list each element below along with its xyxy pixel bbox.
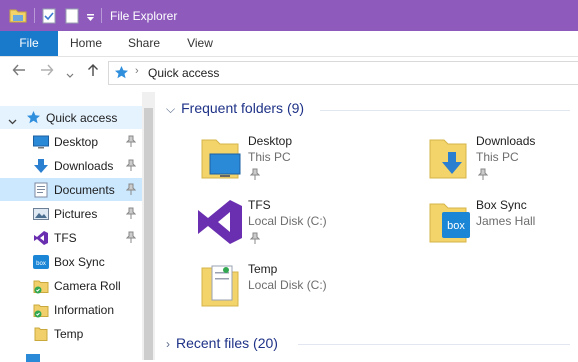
customize-dropdown-icon[interactable] [86, 11, 95, 25]
ribbon-tabs: File Home Share View [0, 31, 578, 57]
sidebar-item-information[interactable]: Information [0, 298, 142, 321]
title-bar: File Explorer [0, 0, 578, 31]
folder-sync-icon [33, 302, 49, 318]
window-title: File Explorer [110, 9, 178, 23]
folder-tile-desktop[interactable]: Desktop This PC [196, 134, 396, 194]
pin-icon[interactable] [125, 183, 137, 195]
sidebar-item-label: Camera Roll [54, 279, 121, 293]
recent-locations-chevron-icon[interactable] [66, 66, 74, 82]
recent-files-header[interactable]: › Recent files (20) [166, 335, 278, 351]
folder-icon [33, 326, 49, 342]
visual-studio-icon [196, 198, 244, 246]
visual-studio-icon [33, 230, 49, 246]
tab-home[interactable]: Home [64, 31, 108, 56]
sidebar-item-label: TFS [54, 231, 77, 245]
pin-icon[interactable] [249, 232, 261, 244]
sidebar-item-pictures[interactable]: Pictures [0, 202, 142, 225]
pin-icon[interactable] [477, 168, 489, 180]
folder-tile-temp[interactable]: Temp Local Disk (C:) [196, 262, 396, 322]
expand-chevron-icon[interactable]: › [166, 337, 170, 351]
sidebar-item-label: Documents [54, 183, 115, 197]
folder-sync-icon [33, 278, 49, 294]
box-icon: box [33, 254, 49, 270]
group-title: Recent files (20) [176, 335, 278, 351]
sidebar-item-label: Pictures [54, 207, 98, 221]
pin-icon[interactable] [125, 135, 137, 147]
sidebar-item-label: Information [54, 303, 115, 317]
forward-icon[interactable] [40, 63, 54, 80]
sidebar-scrollbar[interactable] [142, 92, 155, 360]
desktop-icon [33, 134, 49, 150]
quick-access-star-icon [26, 110, 41, 128]
folder-name: Temp [248, 262, 278, 276]
scrollbar-thumb[interactable] [144, 108, 153, 360]
sidebar-item-desktop[interactable]: Desktop [0, 130, 142, 153]
documents-icon [33, 182, 49, 198]
sidebar-item-label: Temp [54, 327, 84, 341]
pin-icon[interactable] [125, 231, 137, 243]
sidebar-item-label: Quick access [46, 111, 118, 125]
sidebar-item-quick-access[interactable]: Quick access [0, 106, 142, 129]
svg-text:box: box [447, 220, 465, 232]
folder-tile-tfs[interactable]: TFS Local Disk (C:) [196, 198, 396, 258]
folder-location: This PC [476, 150, 519, 164]
group-divider [298, 344, 570, 345]
back-icon[interactable] [12, 63, 26, 80]
frequent-folders-header[interactable]: ⌵ Frequent folders (9) [166, 100, 304, 117]
sidebar-item-label: Box Sync [54, 255, 105, 269]
desktop-folder-icon [196, 134, 244, 182]
sidebar-item-label: Desktop [54, 135, 99, 149]
address-bar[interactable]: › Quick access [108, 61, 578, 85]
folder-name: TFS [248, 198, 271, 212]
sidebar-item-tfs[interactable]: TFS [0, 226, 142, 249]
folder-tile-box-sync[interactable]: box Box Sync James Hall [424, 198, 578, 258]
pin-icon[interactable] [125, 207, 137, 219]
sidebar-item-downloads[interactable]: Downloads [0, 154, 142, 177]
sidebar-item-label: Downloads [54, 159, 114, 173]
expand-chevron-icon[interactable] [8, 114, 17, 128]
download-arrow-icon [33, 158, 49, 174]
folder-tile-downloads[interactable]: Downloads This PC [424, 134, 578, 194]
sidebar-item-temp[interactable]: Temp [0, 322, 142, 345]
path-separator-icon: › [135, 65, 139, 77]
tab-file[interactable]: File [0, 31, 58, 56]
folder-app-icon[interactable] [9, 8, 27, 26]
sidebar-item-camera-roll[interactable]: Camera Roll [0, 274, 142, 297]
tab-share[interactable]: Share [122, 31, 166, 56]
up-icon[interactable] [87, 63, 99, 80]
group-title: Frequent folders (9) [181, 100, 305, 116]
folder-name: Desktop [248, 134, 293, 148]
box-folder-icon: box [424, 198, 472, 246]
sidebar-item-box-sync[interactable]: box Box Sync [0, 250, 142, 273]
sidebar-item-documents[interactable]: Documents [0, 178, 142, 201]
folder-location: James Hall [476, 214, 536, 228]
this-pc-icon [26, 354, 40, 362]
folder-location: Local Disk (C:) [248, 278, 327, 292]
address-path: Quick access [148, 66, 220, 80]
quick-access-star-icon [114, 65, 129, 83]
folder-location: This PC [248, 150, 291, 164]
folder-name: Downloads [476, 134, 536, 148]
pin-icon[interactable] [125, 159, 137, 171]
folder-location: Local Disk (C:) [248, 214, 327, 228]
folder-name: Box Sync [476, 198, 527, 212]
group-divider [320, 110, 570, 111]
svg-text:box: box [36, 261, 46, 267]
properties-icon[interactable] [42, 8, 56, 27]
collapse-chevron-icon[interactable]: ⌵ [166, 102, 175, 116]
pin-icon[interactable] [249, 168, 261, 180]
tab-view[interactable]: View [180, 31, 220, 56]
new-folder-icon[interactable] [65, 8, 79, 27]
temp-folder-icon [196, 262, 244, 310]
pictures-icon [33, 206, 49, 222]
downloads-folder-icon [424, 134, 472, 182]
navigation-pane: Quick access Desktop Downloads Documents [0, 92, 142, 362]
